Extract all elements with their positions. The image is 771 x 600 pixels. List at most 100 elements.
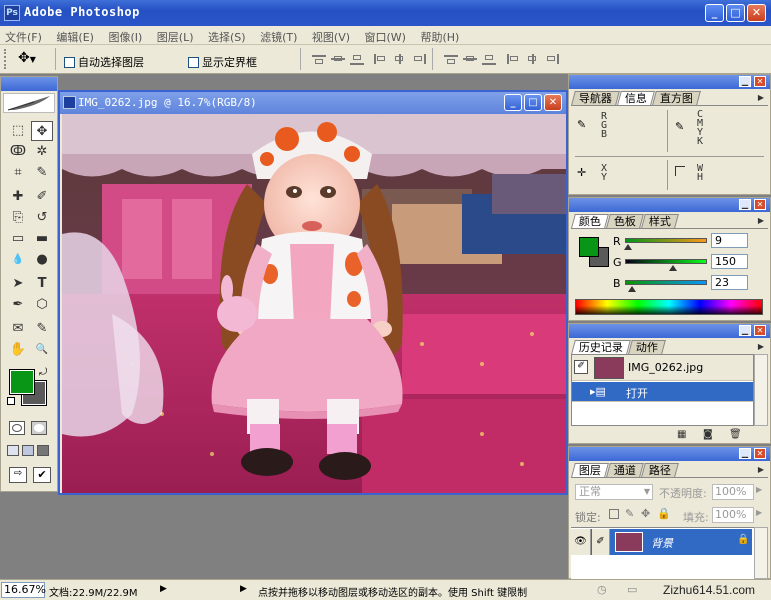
- standard-mode-icon[interactable]: [9, 421, 25, 435]
- tab-layers[interactable]: 图层: [571, 463, 609, 477]
- distribute-left-icon[interactable]: [505, 53, 523, 66]
- tab-history[interactable]: 历史记录: [571, 340, 631, 354]
- blue-slider[interactable]: [625, 280, 707, 285]
- red-value-input[interactable]: 9: [711, 233, 748, 248]
- doc-minimize-button[interactable]: _: [504, 94, 522, 111]
- history-brush-tool-icon[interactable]: ↺: [31, 208, 53, 228]
- history-state[interactable]: ▸▤ 打开: [572, 382, 753, 402]
- quick-mask-icon[interactable]: [31, 421, 47, 435]
- magic-wand-tool-icon[interactable]: ✲: [31, 142, 53, 162]
- lock-position-icon[interactable]: ✥: [641, 507, 650, 520]
- menu-select[interactable]: 选择(S): [203, 26, 252, 45]
- opacity-chevron-icon[interactable]: ▶: [756, 485, 762, 494]
- minimize-button[interactable]: _: [705, 4, 724, 22]
- visibility-eye-icon[interactable]: 👁: [571, 529, 591, 555]
- green-value-input[interactable]: 150: [711, 254, 748, 269]
- panel-menu-icon[interactable]: ▶: [758, 216, 764, 225]
- tab-info[interactable]: 信息: [617, 91, 655, 105]
- brush-tool-icon[interactable]: ✐: [31, 187, 53, 207]
- panel-menu-icon[interactable]: ▶: [758, 342, 764, 351]
- history-brush-source-icon[interactable]: ✐: [574, 360, 588, 374]
- eraser-tool-icon[interactable]: ▭: [7, 229, 29, 249]
- hand-tool-icon[interactable]: ✋: [7, 340, 29, 360]
- panel-header[interactable]: ▁ ✕: [569, 324, 770, 338]
- status-menu-icon[interactable]: ▶: [160, 584, 167, 594]
- menu-window[interactable]: 窗口(W): [360, 26, 412, 45]
- green-slider-thumb[interactable]: [669, 265, 678, 271]
- foreground-color-swatch-mini[interactable]: [579, 237, 599, 257]
- tab-color[interactable]: 颜色: [571, 214, 609, 228]
- edit-in-imageready-icon[interactable]: ✔: [33, 467, 51, 483]
- align-left-icon[interactable]: [372, 53, 390, 66]
- layers-scrollbar[interactable]: [754, 527, 768, 579]
- align-right-icon[interactable]: [410, 53, 428, 66]
- panel-header[interactable]: ▁ ✕: [569, 75, 770, 89]
- grip-handle[interactable]: [4, 49, 8, 69]
- image-canvas[interactable]: [62, 114, 566, 493]
- blue-slider-thumb[interactable]: [628, 286, 637, 292]
- history-snapshot[interactable]: ✐ IMG_0262.jpg: [572, 355, 753, 381]
- jump-to-imageready-icon[interactable]: ⇨: [9, 467, 27, 483]
- align-vcenter-icon[interactable]: [329, 53, 347, 66]
- distribute-top-icon[interactable]: [442, 53, 460, 66]
- color-ramp[interactable]: [575, 299, 763, 315]
- menu-filter[interactable]: 滤镜(T): [255, 26, 303, 45]
- history-scrollbar[interactable]: [754, 354, 768, 426]
- fill-chevron-icon[interactable]: ▶: [756, 508, 762, 517]
- distribute-vcenter-icon[interactable]: [461, 53, 479, 66]
- tab-styles[interactable]: 样式: [641, 214, 679, 228]
- auto-select-layer-checkbox[interactable]: 自动选择图层: [64, 54, 144, 70]
- panel-menu-icon[interactable]: ▶: [758, 93, 764, 102]
- move-tool-icon[interactable]: ✥: [31, 121, 53, 141]
- slice-tool-icon[interactable]: ✎: [31, 163, 53, 183]
- panel-header[interactable]: ▁ ✕: [569, 447, 770, 461]
- delete-state-icon[interactable]: 🗑: [729, 429, 742, 440]
- distribute-right-icon[interactable]: [543, 53, 561, 66]
- panel-menu-icon[interactable]: ▶: [758, 465, 764, 474]
- tab-paths[interactable]: 路径: [641, 463, 679, 477]
- tab-swatches[interactable]: 色板: [606, 214, 644, 228]
- document-size[interactable]: 文档:22.9M/22.9M: [49, 584, 138, 599]
- menu-help[interactable]: 帮助(H): [415, 26, 465, 45]
- doc-close-button[interactable]: ✕: [544, 94, 562, 111]
- doc-maximize-button[interactable]: □: [524, 94, 542, 111]
- fill-input[interactable]: 100%: [712, 507, 754, 523]
- distribute-bottom-icon[interactable]: [480, 53, 498, 66]
- green-slider[interactable]: [625, 259, 707, 264]
- tab-histogram[interactable]: 直方图: [652, 91, 701, 105]
- red-slider[interactable]: [625, 238, 707, 243]
- align-top-icon[interactable]: [310, 53, 328, 66]
- dodge-tool-icon[interactable]: ●: [31, 250, 53, 270]
- default-colors-icon[interactable]: [7, 397, 15, 405]
- distribute-hcenter-icon[interactable]: [524, 53, 542, 66]
- clone-stamp-tool-icon[interactable]: ⎘: [7, 208, 29, 228]
- eyedropper-tool-icon[interactable]: ✎: [31, 319, 53, 339]
- panel-minimize-button[interactable]: ▁: [739, 199, 751, 210]
- screen-mode-full-icon[interactable]: [37, 445, 49, 456]
- shape-tool-icon[interactable]: ⬡: [31, 295, 53, 315]
- screen-mode-standard-icon[interactable]: [7, 445, 19, 456]
- red-slider-thumb[interactable]: [623, 244, 632, 250]
- panel-close-button[interactable]: ✕: [754, 199, 766, 210]
- blue-value-input[interactable]: 23: [711, 275, 748, 290]
- pen-tool-icon[interactable]: ✒: [7, 295, 29, 315]
- gradient-tool-icon[interactable]: ▬: [31, 229, 53, 249]
- panel-close-button[interactable]: ✕: [754, 448, 766, 459]
- blur-tool-icon[interactable]: 💧: [7, 250, 29, 270]
- align-bottom-icon[interactable]: [348, 53, 366, 66]
- panel-minimize-button[interactable]: ▁: [739, 448, 751, 459]
- tab-channels[interactable]: 通道: [606, 463, 644, 477]
- zoom-tool-icon[interactable]: 🔍: [31, 340, 53, 360]
- type-tool-icon[interactable]: T: [31, 274, 53, 294]
- toolbox-header[interactable]: [1, 77, 57, 91]
- panel-close-button[interactable]: ✕: [754, 76, 766, 87]
- zoom-input[interactable]: 16.67%: [1, 582, 46, 598]
- marquee-tool-icon[interactable]: ⬚: [7, 121, 29, 141]
- path-selection-tool-icon[interactable]: ➤: [7, 274, 29, 294]
- layer-brush-icon[interactable]: ✐: [592, 529, 610, 555]
- new-document-from-state-icon[interactable]: ▦: [677, 429, 686, 440]
- lock-all-icon[interactable]: 🔒: [657, 507, 671, 520]
- layer-row[interactable]: 👁 ✐ 背景 🔒: [571, 529, 752, 555]
- close-button[interactable]: ✕: [747, 4, 766, 22]
- notes-tool-icon[interactable]: ✉: [7, 319, 29, 339]
